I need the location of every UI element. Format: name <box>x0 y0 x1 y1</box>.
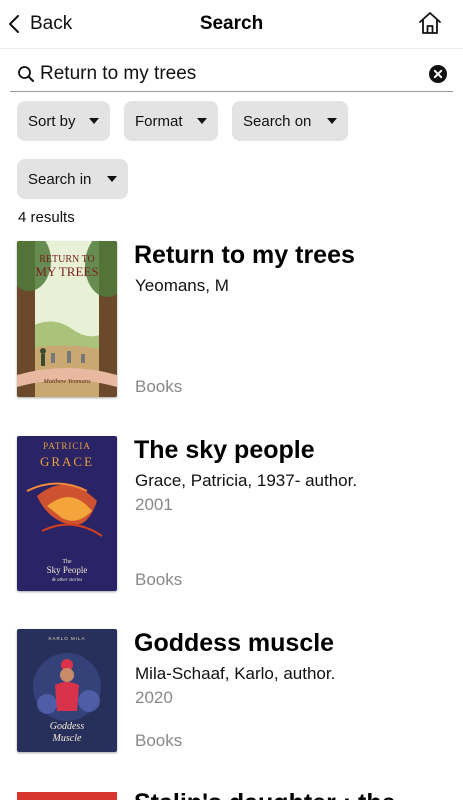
book-cover: RETURN TO MY TREES Matthew Yeomans <box>17 241 117 397</box>
caret-down-icon <box>197 118 207 124</box>
caret-down-icon <box>327 118 337 124</box>
search-icon <box>18 66 34 82</box>
cover-title-line2: MY TREES <box>35 264 98 279</box>
cover-author-last: GRACE <box>40 454 94 469</box>
result-title: The sky people <box>134 436 315 464</box>
search-in-dropdown[interactable]: Search in <box>17 159 128 199</box>
result-format: Books <box>135 570 183 589</box>
book-cover <box>17 792 117 800</box>
cover-subtitle: & other stories <box>52 578 82 583</box>
result-format: Books <box>135 731 183 750</box>
cover-author: KARLO MILA <box>48 636 85 641</box>
result-title: Stalin's daughter : the <box>134 792 396 800</box>
cover-title-line1: Goddess <box>50 721 85 732</box>
search-input[interactable] <box>40 60 420 88</box>
result-item[interactable]: Stalin's daughter : the <box>0 792 463 800</box>
result-author: Grace, Patricia, 1937- author. <box>135 471 358 490</box>
book-cover: PATRICIA GRACE The Sky People & other st… <box>17 436 117 591</box>
search-bar <box>10 56 453 92</box>
home-icon[interactable] <box>417 10 443 36</box>
cover-title-line2: Muscle <box>52 733 82 744</box>
search-in-label: Search in <box>28 170 92 188</box>
result-item[interactable]: RETURN TO MY TREES Matthew Yeomans Retur… <box>0 241 463 401</box>
navigation-bar: Back Search <box>0 0 463 49</box>
search-on-dropdown[interactable]: Search on <box>232 101 348 141</box>
back-button[interactable]: Back <box>8 10 72 38</box>
clear-search-icon[interactable] <box>429 65 447 83</box>
chevron-left-icon <box>9 15 19 33</box>
result-item[interactable]: PATRICIA GRACE The Sky People & other st… <box>0 436 463 596</box>
format-label: Format <box>135 112 183 130</box>
back-label: Back <box>30 13 73 34</box>
results-count: 4 results <box>18 209 75 226</box>
cover-author-first: PATRICIA <box>43 441 91 451</box>
format-dropdown[interactable]: Format <box>124 101 218 141</box>
cover-title-line2: Sky People <box>47 565 88 575</box>
sort-by-label: Sort by <box>28 112 76 130</box>
cover-author: Matthew Yeomans <box>42 378 91 385</box>
search-on-label: Search on <box>243 112 312 130</box>
result-item[interactable]: KARLO MILA Goddess Muscle Goddess muscle… <box>0 629 463 754</box>
result-format: Books <box>135 377 183 396</box>
result-author: Yeomans, M <box>135 276 229 295</box>
caret-down-icon <box>89 118 99 124</box>
result-year: 2001 <box>135 495 173 514</box>
result-author: Mila-Schaaf, Karlo, author. <box>135 664 336 683</box>
sort-by-dropdown[interactable]: Sort by <box>17 101 110 141</box>
caret-down-icon <box>107 176 117 182</box>
book-cover: KARLO MILA Goddess Muscle <box>17 629 117 752</box>
result-title: Goddess muscle <box>134 629 335 657</box>
result-year: 2020 <box>135 688 173 707</box>
result-title: Return to my trees <box>134 241 355 269</box>
